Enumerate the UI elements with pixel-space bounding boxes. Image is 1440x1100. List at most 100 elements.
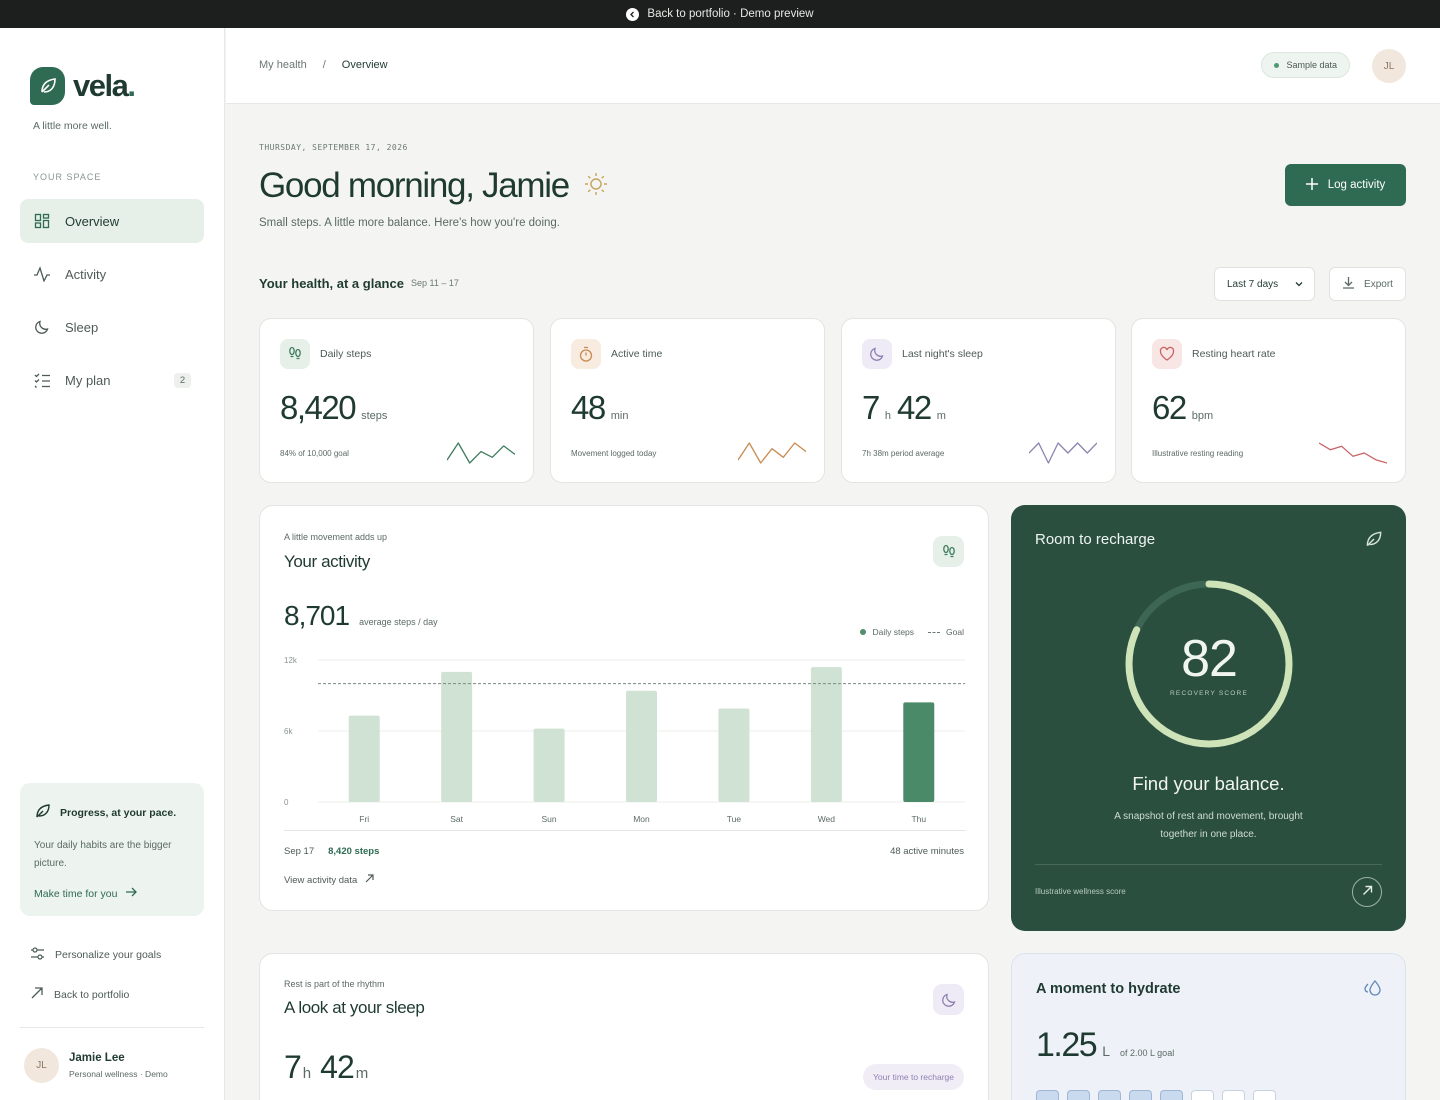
hydration-cups <box>1036 1090 1276 1100</box>
sidebar-item-overview[interactable]: Overview <box>20 199 204 243</box>
sun-icon <box>583 166 609 206</box>
bar-tue[interactable] <box>718 708 750 802</box>
export-button[interactable]: Export <box>1329 267 1406 301</box>
water-cup-icon[interactable] <box>1191 1090 1214 1100</box>
bar-sun[interactable] <box>533 728 565 802</box>
recovery-open-button[interactable] <box>1352 877 1382 907</box>
recovery-text: A snapshot of rest and movement, brought… <box>1114 811 1303 840</box>
current-date: THURSDAY, SEPTEMBER 17, 2026 <box>259 143 408 152</box>
period-select[interactable]: Last 7 days <box>1214 267 1315 301</box>
bar-thu[interactable] <box>903 702 935 802</box>
recovery-card: Room to recharge 82 RECOVERY SCORE Find … <box>1011 505 1406 931</box>
demo-topbar[interactable]: Back to portfolio · Demo preview <box>0 0 1440 28</box>
legend-dot-icon <box>860 629 867 635</box>
metric-card-steps[interactable]: Daily steps 8,420 steps 84% of 10,000 goa… <box>259 318 534 483</box>
sidebar-item-label: My plan <box>65 372 111 388</box>
leaf-icon <box>1364 529 1384 554</box>
chevron-down-icon <box>1294 279 1304 292</box>
x-tick-label: Thu <box>911 814 926 824</box>
water-cup-icon[interactable] <box>1222 1090 1245 1100</box>
hydration-value: 1.25 <box>1036 1026 1098 1064</box>
footprints-icon <box>933 536 964 567</box>
log-activity-button[interactable]: Log activity <box>1285 164 1406 206</box>
recovery-divider <box>1035 864 1382 865</box>
user-name: Jamie Lee <box>69 1052 125 1064</box>
hydration-goal: of 2.00 L goal <box>1119 1048 1175 1058</box>
back-to-portfolio-link[interactable]: Back to portfolio <box>30 986 129 1003</box>
activity-title: Your activity <box>284 552 370 571</box>
arrow-up-right-icon <box>365 874 374 886</box>
steps-sparkline <box>447 442 515 464</box>
brand-name: vela <box>73 68 129 103</box>
sleep-hours-unit: h <box>302 1065 312 1082</box>
sidebar-item-activity[interactable]: Activity <box>20 252 204 296</box>
sidebar-item-label: Overview <box>65 213 120 229</box>
bar-fri[interactable] <box>348 715 380 802</box>
metric-value-hours: 7 <box>862 389 880 426</box>
user-profile[interactable]: JL Jamie Lee Personal wellness · Demo <box>24 1048 168 1083</box>
hydration-card: A moment to hydrate 1.25 L of 2.00 L goa… <box>1011 953 1406 1100</box>
metric-card-sleep[interactable]: Last night's sleep 7 h 42 m 7h 38m period a… <box>841 318 1116 483</box>
legend-daily-steps: Daily steps <box>872 627 915 637</box>
sleep-sparkline <box>1029 442 1097 464</box>
view-activity-data-link[interactable]: View activity data <box>284 874 374 886</box>
grid-icon <box>33 212 51 230</box>
metric-label: Daily steps <box>320 348 372 360</box>
checklist-icon <box>33 371 51 389</box>
side-link-label: Back to portfolio <box>54 988 130 1001</box>
y-tick-label: 12k <box>284 656 298 665</box>
water-cup-icon[interactable] <box>1036 1090 1059 1100</box>
sidebar-section-label: YOUR SPACE <box>33 172 102 182</box>
sleep-eyebrow: Rest is part of the rhythm <box>284 979 385 989</box>
download-icon <box>1342 276 1355 292</box>
breadcrumb-my-health[interactable]: My health <box>259 59 307 71</box>
bar-wed[interactable] <box>810 667 842 802</box>
footer-steps: 8,420 steps <box>328 846 380 857</box>
brand-logo[interactable]: vela. <box>30 67 136 105</box>
water-cup-icon[interactable] <box>1067 1090 1090 1100</box>
footer-date: Sep 17 <box>284 846 315 857</box>
bar-mon[interactable] <box>626 690 657 802</box>
sidebar-item-sleep[interactable]: Sleep <box>20 305 204 349</box>
log-activity-label: Log activity <box>1327 179 1386 191</box>
metric-unit: steps <box>361 410 388 422</box>
recovery-title: Room to recharge <box>1035 531 1156 548</box>
droplets-icon <box>1363 978 1383 1003</box>
sidebar-item-label: Sleep <box>65 319 99 335</box>
make-time-link[interactable]: Make time for you <box>34 887 190 900</box>
average-steps-value: 8,701 <box>284 600 350 631</box>
personalize-goals-link[interactable]: Personalize your goals <box>30 946 161 964</box>
sliders-icon <box>30 946 45 964</box>
moon-icon <box>933 984 964 1015</box>
breadcrumb-overview: Overview <box>341 59 388 71</box>
chart-legend: Daily steps Goal <box>860 627 964 637</box>
recovery-score-label: RECOVERY SCORE <box>1170 690 1248 697</box>
sleep-hours: 7 <box>284 1049 302 1085</box>
progress-promo-card: Progress, at your pace. Your daily habit… <box>20 783 204 916</box>
recovery-heading: Find your balance. <box>1132 773 1285 794</box>
sidebar-item-my-plan[interactable]: My plan 2 <box>20 358 204 402</box>
activity-card: A little movement adds up Your activity … <box>259 505 989 911</box>
bar-sat[interactable] <box>441 671 473 802</box>
metric-unit: min <box>610 410 629 422</box>
plus-icon <box>1305 177 1318 193</box>
sidebar-divider <box>20 1027 204 1028</box>
water-cup-icon[interactable] <box>1098 1090 1121 1100</box>
activity-eyebrow: A little movement adds up <box>284 532 388 542</box>
page-header: My health / Overview Sample data JL <box>226 28 1440 104</box>
sample-data-pill: Sample data <box>1261 52 1350 78</box>
water-cup-icon[interactable] <box>1129 1090 1152 1100</box>
promo-title: Progress, at your pace. <box>60 806 177 819</box>
metric-value: 48 <box>571 389 606 426</box>
metric-card-heart-rate[interactable]: Resting heart rate 62 bpm Illustrative re… <box>1131 318 1406 483</box>
water-cup-icon[interactable] <box>1160 1090 1183 1100</box>
leaf-icon <box>34 802 52 823</box>
water-cup-icon[interactable] <box>1253 1090 1276 1100</box>
activity-divider <box>284 830 966 831</box>
metric-label: Last night's sleep <box>902 348 983 360</box>
recovery-note: Illustrative wellness score <box>1035 887 1126 896</box>
heart-rate-sparkline <box>1319 442 1387 464</box>
metric-card-active-time[interactable]: Active time 48 min Movement logged today <box>550 318 825 483</box>
header-avatar[interactable]: JL <box>1372 49 1406 83</box>
leaf-logo-icon <box>30 67 65 105</box>
